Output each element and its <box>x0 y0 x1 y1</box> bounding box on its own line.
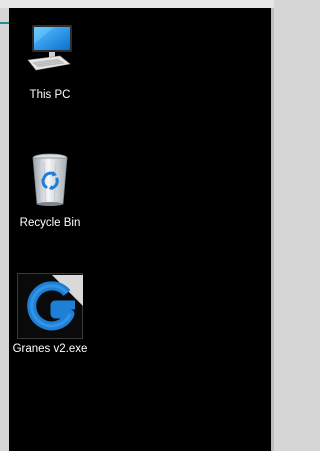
desktop-area[interactable]: This PC Recycle Bin Granes v2.exe <box>9 8 271 451</box>
desktop-icon-this-pc[interactable]: This PC <box>11 18 89 102</box>
recycle-bin-icon <box>16 146 84 214</box>
computer-monitor-icon <box>16 18 84 86</box>
window-top-bar <box>0 0 274 8</box>
desktop-icon-label: This PC <box>29 89 71 101</box>
desktop-icon-granes-exe[interactable]: Granes v2.exe <box>11 272 89 356</box>
desktop-icon-recycle-bin[interactable]: Recycle Bin <box>11 146 89 230</box>
window-frame: This PC Recycle Bin Granes v2.exe <box>0 0 274 451</box>
app-g-logo-icon <box>16 272 84 340</box>
window-accent-line <box>0 22 9 24</box>
desktop-icon-label: Granes v2.exe <box>12 343 88 355</box>
window-right-edge <box>271 8 274 451</box>
desktop-icon-label: Recycle Bin <box>19 217 81 229</box>
